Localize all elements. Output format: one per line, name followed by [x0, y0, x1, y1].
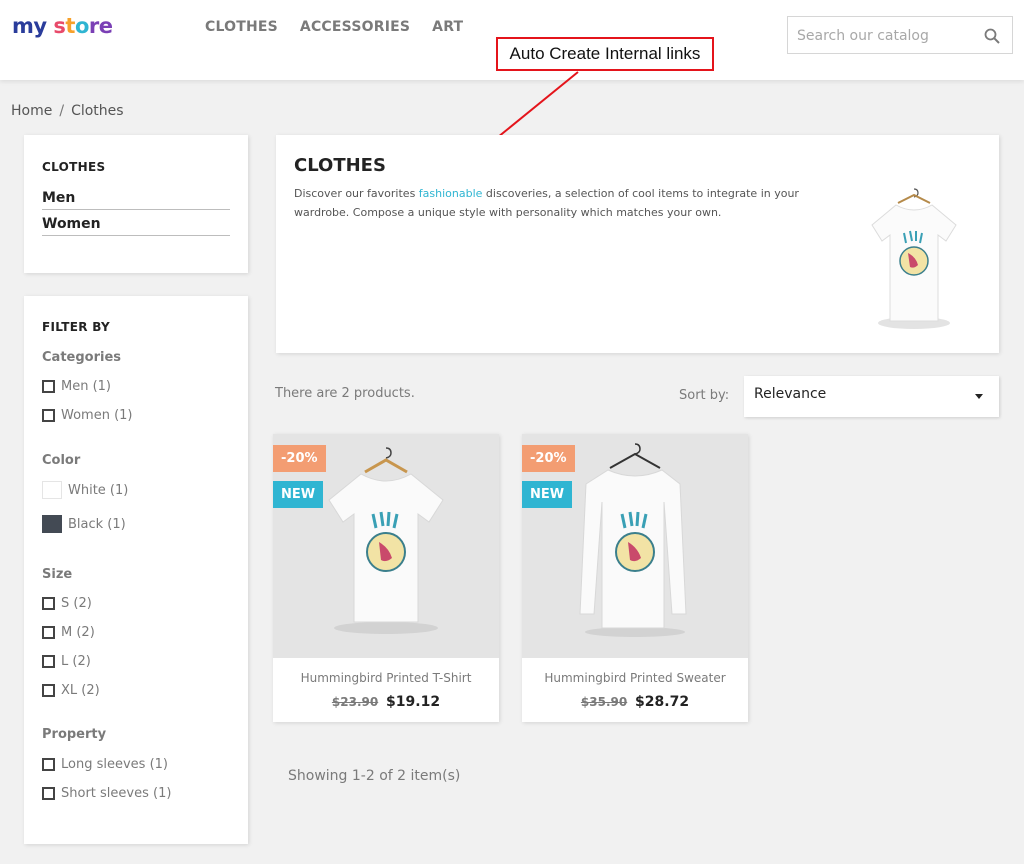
caret-down-icon: [975, 394, 983, 399]
facet-label: XL (2): [61, 683, 100, 698]
category-description-text: Discover our favorites fashionable disco…: [294, 184, 834, 222]
facet-checkbox-short-sleeves[interactable]: Short sleeves (1): [42, 786, 171, 801]
facet-checkbox-size-xl[interactable]: XL (2): [42, 683, 100, 698]
regular-price: $23.90: [331, 695, 379, 709]
sale-price: $19.12: [386, 694, 441, 710]
checkbox[interactable]: [42, 626, 55, 639]
sort-value: Relevance: [754, 386, 827, 402]
facet-label: Long sleeves (1): [61, 757, 168, 772]
facet-checkbox-size-l[interactable]: L (2): [42, 654, 91, 669]
facet-checkbox-women[interactable]: Women (1): [42, 408, 133, 423]
checkbox[interactable]: [42, 655, 55, 668]
breadcrumb-home[interactable]: Home: [11, 103, 52, 119]
search-input[interactable]: [797, 26, 977, 46]
product-prices: $23.90 $19.12: [273, 694, 499, 710]
main-nav: CLOTHES ACCESSORIES ART: [205, 19, 463, 35]
checkbox[interactable]: [42, 684, 55, 697]
discount-badge: -20%: [273, 445, 326, 472]
new-badge: NEW: [522, 481, 573, 508]
breadcrumb: Home / Clothes: [11, 103, 124, 119]
color-swatch[interactable]: [42, 481, 62, 499]
checkbox[interactable]: [42, 787, 55, 800]
store-logo[interactable]: my store: [12, 14, 113, 38]
product-name[interactable]: Hummingbird Printed T-Shirt: [273, 671, 499, 685]
product-prices: $35.90 $28.72: [522, 694, 748, 710]
category-tree-title[interactable]: CLOTHES: [42, 160, 105, 174]
nav-clothes[interactable]: CLOTHES: [205, 19, 278, 35]
pagination-summary: Showing 1-2 of 2 item(s): [288, 768, 461, 784]
facet-label: Women (1): [61, 408, 133, 423]
checkbox[interactable]: [42, 380, 55, 393]
facet-label: Men (1): [61, 379, 112, 394]
nav-accessories[interactable]: ACCESSORIES: [300, 19, 410, 35]
product-name[interactable]: Hummingbird Printed Sweater: [522, 671, 748, 685]
category-tree: CLOTHES Men Women: [24, 135, 248, 273]
subcategory-women[interactable]: Women: [42, 216, 230, 236]
filter-panel: FILTER BY Categories Men (1) Women (1) C…: [24, 296, 248, 844]
facet-label: Short sleeves (1): [61, 786, 172, 801]
regular-price: $35.90: [580, 695, 628, 709]
nav-art[interactable]: ART: [432, 19, 463, 35]
logo-text-part: s: [46, 14, 66, 38]
product-thumbnail[interactable]: -20% NEW: [522, 434, 748, 658]
facet-title-categories: Categories: [42, 350, 122, 365]
category-image: [871, 188, 957, 329]
search-icon[interactable]: [984, 28, 1000, 44]
annotation-callout: Auto Create Internal links: [496, 37, 714, 71]
internal-link-fashionable[interactable]: fashionable: [419, 187, 483, 200]
discount-badge: -20%: [522, 445, 575, 472]
facet-checkbox-size-s[interactable]: S (2): [42, 596, 92, 611]
facet-label: S (2): [61, 596, 92, 611]
product-thumbnail[interactable]: -20% NEW: [273, 434, 499, 658]
color-swatch[interactable]: [42, 515, 62, 533]
logo-text-part: t: [65, 14, 75, 38]
facet-title-color: Color: [42, 453, 81, 468]
breadcrumb-clothes[interactable]: Clothes: [71, 103, 124, 119]
product-card[interactable]: -20% NEW Hummingbird Printed Sweater $35…: [522, 434, 748, 722]
facet-swatch-black[interactable]: Black (1): [42, 515, 126, 533]
facet-label: Black (1): [68, 516, 126, 532]
category-description: CLOTHES Discover our favorites fashionab…: [276, 135, 999, 353]
filter-title: FILTER BY: [42, 320, 111, 334]
facet-label: M (2): [61, 625, 95, 640]
facet-checkbox-men[interactable]: Men (1): [42, 379, 111, 394]
facet-checkbox-size-m[interactable]: M (2): [42, 625, 95, 640]
logo-text-part: o: [74, 14, 89, 38]
checkbox[interactable]: [42, 409, 55, 422]
facet-label: L (2): [61, 654, 91, 669]
sale-price: $28.72: [635, 694, 690, 710]
category-title: CLOTHES: [294, 155, 386, 176]
description-text: Discover our favorites: [294, 187, 419, 200]
checkbox[interactable]: [42, 597, 55, 610]
breadcrumb-separator: /: [59, 103, 65, 119]
logo-text-part: my: [12, 14, 47, 38]
sort-by-label: Sort by:: [679, 388, 730, 403]
logo-text-part: re: [88, 14, 113, 38]
product-count: There are 2 products.: [275, 386, 415, 401]
facet-checkbox-long-sleeves[interactable]: Long sleeves (1): [42, 757, 168, 772]
facet-title-property: Property: [42, 727, 107, 742]
checkbox[interactable]: [42, 758, 55, 771]
sort-dropdown[interactable]: Relevance: [744, 376, 999, 417]
subcategory-men[interactable]: Men: [42, 190, 230, 210]
facet-title-size: Size: [42, 567, 73, 582]
facet-label: White (1): [68, 482, 129, 498]
facet-swatch-white[interactable]: White (1): [42, 481, 128, 499]
new-badge: NEW: [273, 481, 324, 508]
product-card[interactable]: -20% NEW Hummingbird Printed T-Shirt $23…: [273, 434, 499, 722]
search-box: [787, 16, 1013, 54]
